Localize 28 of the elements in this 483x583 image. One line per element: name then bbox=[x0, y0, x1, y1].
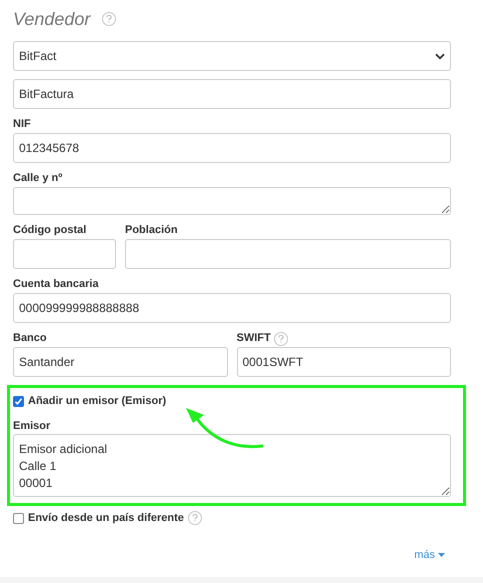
section-title: Vendedor bbox=[13, 8, 90, 30]
help-icon[interactable] bbox=[274, 332, 288, 346]
field-label: SWIFT bbox=[236, 331, 271, 346]
input-field[interactable]: 000099999988888888 bbox=[13, 293, 451, 323]
input-field[interactable]: 012345678 bbox=[13, 133, 451, 163]
input-field[interactable] bbox=[13, 239, 116, 269]
caret-icon bbox=[438, 553, 445, 558]
input-field[interactable]: 0001SWFT bbox=[236, 347, 451, 377]
chevron-icon bbox=[435, 52, 445, 60]
checkbox-label: Añadir un emisor (Emisor) bbox=[28, 394, 166, 409]
field-label: Banco bbox=[13, 331, 47, 346]
text-area[interactable]: Emisor adicional Calle 1 00001 bbox=[13, 434, 451, 497]
checkbox[interactable] bbox=[13, 512, 24, 524]
input-field[interactable] bbox=[125, 239, 451, 269]
field-label: Población bbox=[125, 223, 178, 238]
checkbox-label: Envío desde un país diferente bbox=[28, 510, 184, 526]
input-field[interactable]: Santander bbox=[13, 347, 228, 377]
field-label: NIF bbox=[13, 117, 31, 132]
text-area[interactable] bbox=[13, 187, 451, 215]
field-label: Código postal bbox=[13, 223, 86, 238]
field-label: Cuenta bancaria bbox=[13, 277, 99, 292]
checkbox[interactable] bbox=[13, 396, 24, 406]
field-label: Emisor bbox=[13, 419, 52, 433]
dropdown[interactable]: BitFact bbox=[13, 41, 451, 71]
input-field[interactable]: BitFactura bbox=[13, 79, 451, 109]
field-label: Calle y nº bbox=[13, 171, 62, 186]
help-icon[interactable] bbox=[188, 511, 202, 525]
help-icon[interactable] bbox=[102, 12, 116, 26]
